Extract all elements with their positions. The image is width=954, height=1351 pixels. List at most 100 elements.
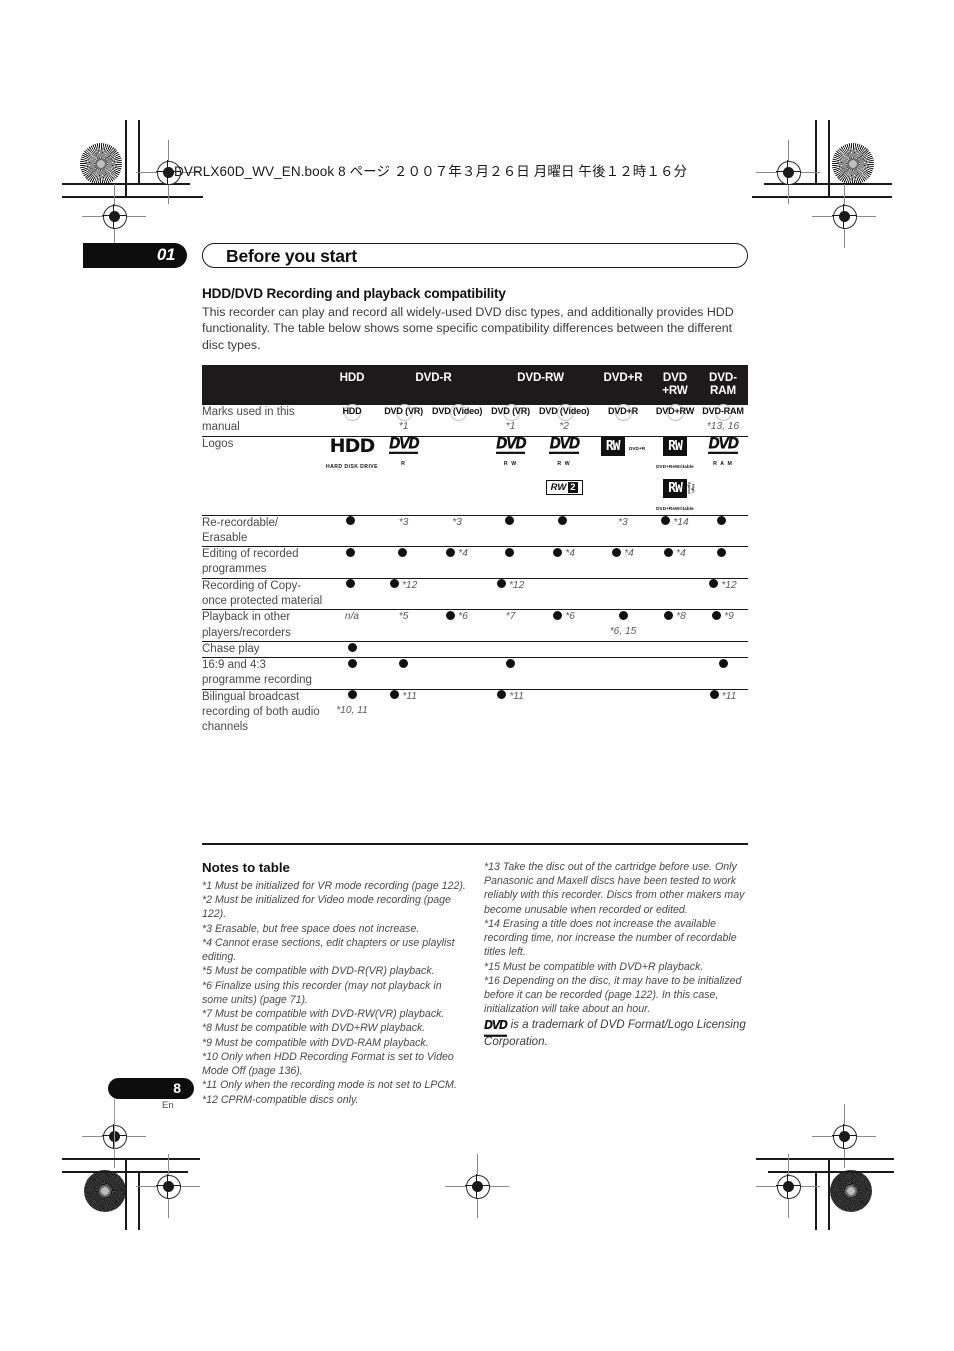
note-item: *5 Must be compatible with DVD-R(VR) pla… (202, 965, 435, 978)
bullet-icon (664, 547, 674, 557)
bullet-icon (661, 516, 671, 526)
bullet-icon (399, 658, 409, 668)
mark-note-dvd-rw-video: *2 (559, 420, 569, 432)
note-item: *10 Only when HDD Recording Format is se… (202, 1050, 454, 1078)
bullet-icon (558, 516, 568, 526)
mark-badge-dvd-ram: DVD-RAM (700, 404, 746, 422)
bullet-icon (504, 516, 514, 526)
dvd-logo-icon: DVD (484, 1018, 508, 1037)
bullet-icon (712, 611, 722, 621)
cell-aspect-dvd-ram (698, 657, 748, 690)
cell-aspect-dvd-plus-rw (652, 657, 698, 690)
section-intro-text: This recorder can play and record all wi… (202, 305, 734, 352)
row-label-rerecordable: Re-recordable/ Erasable (202, 514, 324, 547)
cell-marks-dvd-rw-vr: DVD (VR) *1 (487, 404, 534, 436)
cell-note: *8 (676, 611, 686, 623)
table-row-copyonce: Recording of Copy-once protected materia… (202, 577, 748, 610)
cell-note: *9 (724, 611, 734, 623)
bullet-icon (446, 547, 456, 557)
cell-note: *12 (508, 579, 525, 591)
cell-copyonce-hdd (324, 577, 380, 610)
dvd-plus-rw-secondary-word: RW (663, 478, 687, 498)
cell-playback-dvd-plus-r: *6, 15 (594, 609, 652, 642)
crop-rule-bottom-left-v1 (125, 1158, 127, 1230)
bullet-icon (347, 690, 357, 700)
table-row-aspect-recording: 16:9 and 4:3 programme recording (202, 657, 748, 690)
bullet-icon (389, 579, 399, 589)
note-item: *9 Must be compatible with DVD-RAM playb… (202, 1036, 429, 1049)
cell-copyonce-dvd-rw-vr: *12 (486, 577, 535, 610)
cell-marks-dvd-ram: DVD-RAM *13, 16 (698, 404, 748, 436)
cell-marks-dvd-plus-rw: DVD+RW (652, 404, 698, 436)
table-row-marks: Marks used in this manual HDD DVD (VR) *… (202, 404, 748, 436)
cell-bilingual-dvd-plus-r (594, 688, 652, 736)
note-item: *12 CPRM-compatible discs only. (202, 1093, 359, 1106)
logo-cell-dvd-ram: DVD R A M (698, 435, 748, 516)
chapter-number: 01 (156, 245, 176, 264)
cell-chase-hdd (324, 640, 380, 658)
dvd-logo-word: DVD (388, 434, 420, 454)
bullet-icon (709, 579, 719, 589)
dvd-r-logo-format: R (401, 460, 407, 467)
table-row-chase-play: Chase play (202, 640, 748, 658)
bullet-icon (504, 547, 514, 557)
cell-rerecordable-hdd (324, 514, 380, 547)
cell-note: *11 (509, 690, 524, 702)
bullet-icon (496, 579, 506, 589)
mark-badge-dvd-plus-r: DVD+R (606, 404, 640, 422)
cell-marks-dvd-rw-video: DVD (Video) *2 (534, 404, 594, 436)
crop-rule-bottom-left-v2 (138, 1171, 140, 1230)
cell-aspect-dvd-r-video (427, 657, 487, 690)
cell-note: *3 (398, 516, 409, 528)
cell-bilingual-dvd-r-video (427, 688, 487, 736)
dvd-plus-rw-logo-caption-2: DVD+ReWritable (656, 505, 694, 511)
header-dvd-rw: DVD-RW (517, 371, 564, 384)
dvd-rw-vr-logo-icon: DVD R W (495, 434, 527, 469)
note-item: *6 Finalize using this recorder (may not… (202, 979, 442, 1006)
section-heading: HDD/DVD Recording and playback compatibi… (202, 286, 506, 301)
cell-copyonce-dvd-plus-r (594, 577, 652, 610)
dvd-plus-rw-logo-secondary-wrap: RW High Speed DVD+ReWritable (652, 478, 698, 515)
mark-badge-dvd-plus-rw: DVD+RW (654, 404, 696, 422)
mark-badge-dvd-rw-vr: DVD (VR) (489, 404, 532, 422)
cell-note: *14 (673, 516, 689, 528)
cell-rerecordable-dvd-rw-video (534, 514, 594, 547)
cell-rerecordable-dvd-rw-vr (486, 514, 535, 547)
crop-rule-bottom-right-v2 (815, 1171, 817, 1230)
cell-editing-dvd-plus-r: *4 (594, 546, 652, 579)
note-item: *14 Erasing a title does not increase th… (484, 917, 737, 959)
cell-bilingual-hdd: *10, 11 (324, 688, 380, 736)
cell-note: *4 (676, 548, 686, 560)
table-row-logos: Logos HDD HARD DISK DRIVE DVD R DVD R W … (202, 434, 748, 516)
cell-note: *5 (398, 611, 409, 623)
crop-rule-top-left-v1 (125, 120, 127, 196)
cell-note: *10, 11 (336, 705, 368, 717)
crop-rule-bottom-right-v1 (828, 1158, 830, 1230)
dvd-rw-vr-logo-word: DVD (495, 434, 527, 454)
logo-cell-dvd-r: DVD R (380, 434, 428, 516)
logo-cell-dvd-plus-rw: RW DVD+ReWritable RW High Speed DVD+ReWr… (652, 435, 698, 516)
dvd-plus-rw-word: RW (663, 436, 687, 456)
page-number-pill: 8 (108, 1078, 194, 1099)
table-row-playback-other: Playback in other players/recorders n/a … (202, 609, 748, 642)
bullet-icon (397, 547, 407, 557)
cell-bilingual-dvd-rw-video (534, 688, 594, 736)
registration-cross-bottom-right (756, 1154, 820, 1218)
dvd-rw-video-logo-word: DVD (549, 434, 580, 454)
cell-playback-dvd-ram: *9 (698, 609, 748, 642)
cell-note: *4 (458, 548, 468, 560)
bullet-icon (390, 690, 400, 700)
rw2-logo-wrap: RW 2 (534, 477, 594, 495)
rw2-logo-digit: 2 (568, 481, 578, 493)
table-row-editing: Editing of recorded programmes *4 *4 *4 … (202, 546, 748, 579)
logo-cell-hdd: HDD HARD DISK DRIVE (324, 435, 380, 516)
cell-copyonce-dvd-plus-rw (652, 577, 698, 610)
table-row-rerecordable: Re-recordable/ Erasable *3 *3 *3 *14 (202, 514, 748, 547)
note-item: *15 Must be compatible with DVD+R playba… (484, 960, 704, 973)
cell-chase-dvd-ram (698, 640, 748, 658)
dvd-plus-rw-vertical-caption: High Speed (687, 482, 695, 494)
logo-cell-dvd-plus-r: RW DVD+R (594, 435, 652, 516)
dvd-ram-logo-icon: DVD R A M (708, 436, 739, 469)
hdd-logo-icon: HDD HARD DISK DRIVE (324, 436, 380, 472)
registration-starburst-bottom-left (84, 1170, 126, 1212)
